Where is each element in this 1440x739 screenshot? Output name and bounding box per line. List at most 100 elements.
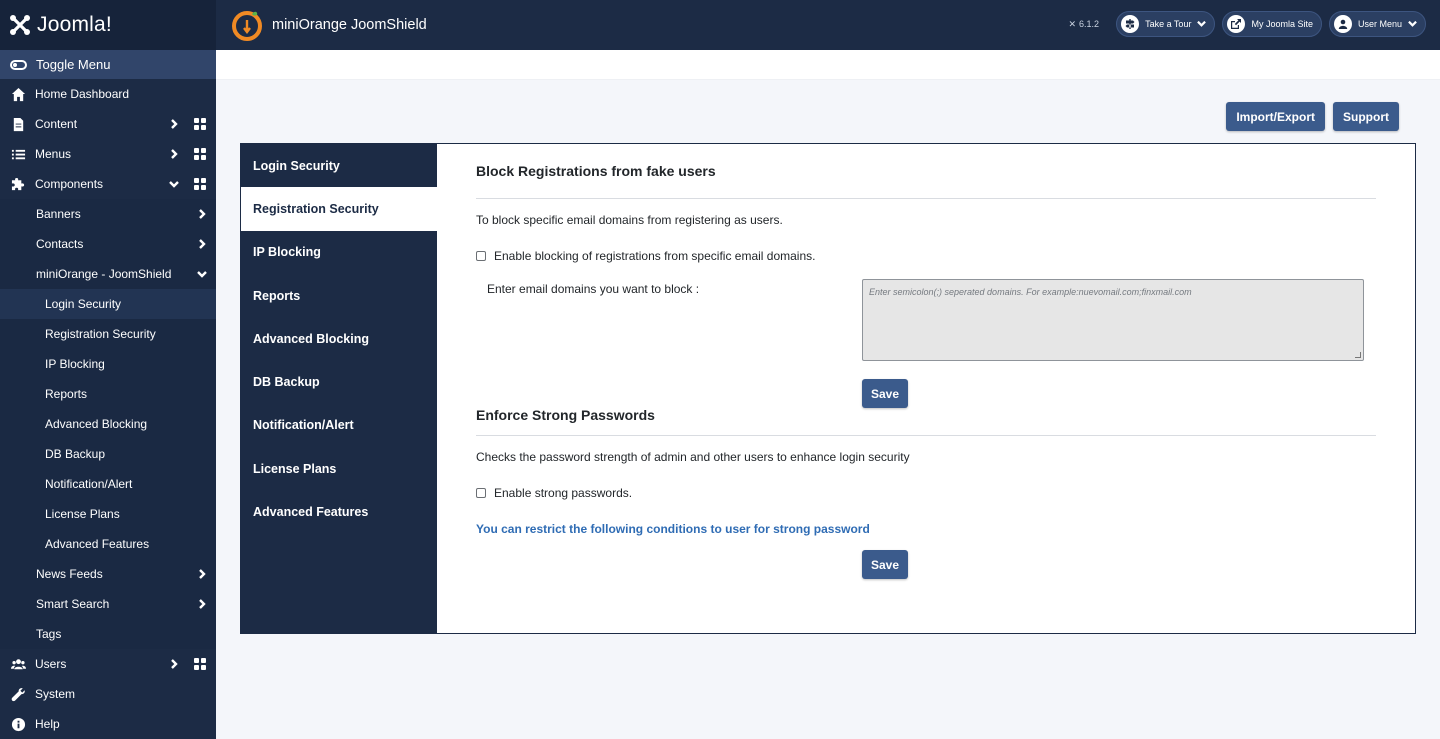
sidebar-item-label: DB Backup bbox=[45, 447, 106, 461]
user-menu-label: User Menu bbox=[1357, 19, 1402, 29]
tab-advanced-features[interactable]: Advanced Features bbox=[241, 490, 437, 533]
sidebar-item-reports[interactable]: Reports bbox=[0, 379, 216, 409]
sidebar-item-help[interactable]: Help bbox=[0, 709, 216, 739]
sidebar-item-ip-blocking[interactable]: IP Blocking bbox=[0, 349, 216, 379]
my-site-label: My Joomla Site bbox=[1251, 19, 1313, 29]
dashboard-grid-icon[interactable] bbox=[194, 148, 206, 160]
wrench-icon bbox=[10, 686, 26, 702]
password-save-row: Save bbox=[476, 536, 1376, 579]
version-text: 6.1.2 bbox=[1079, 19, 1100, 29]
sidebar-item-label: Login Security bbox=[45, 297, 122, 311]
chevron-right-icon[interactable] bbox=[168, 658, 180, 670]
top-header: miniOrange JoomShield ✕ 6.1.2 Take a Tou… bbox=[216, 0, 1440, 50]
file-icon bbox=[10, 116, 26, 132]
dashboard-grid-icon[interactable] bbox=[194, 658, 206, 670]
sidebar-item-registration-security[interactable]: Registration Security bbox=[0, 319, 216, 349]
user-menu-button[interactable]: User Menu bbox=[1328, 11, 1426, 37]
sidebar-item-news-feeds[interactable]: News Feeds bbox=[0, 559, 216, 589]
sidebar-item-label: News Feeds bbox=[36, 567, 103, 581]
sidebar-item-notification-alert[interactable]: Notification/Alert bbox=[0, 469, 216, 499]
subheader-bar bbox=[216, 50, 1440, 80]
sidebar-item-home-dashboard[interactable]: Home Dashboard bbox=[0, 79, 216, 109]
home-icon bbox=[10, 86, 26, 102]
sidebar-item-license-plans[interactable]: License Plans bbox=[0, 499, 216, 529]
take-tour-button[interactable]: Take a Tour bbox=[1116, 11, 1216, 37]
tab-db-backup[interactable]: DB Backup bbox=[241, 360, 437, 403]
header-actions: ✕ 6.1.2 Take a Tour My Joomla Site User … bbox=[1069, 11, 1426, 37]
sidebar-item-joomshield[interactable]: miniOrange - JoomShield bbox=[0, 259, 216, 289]
sidebar-item-label: Advanced Features bbox=[45, 537, 150, 551]
sidebar-item-users[interactable]: Users bbox=[0, 649, 216, 679]
sidebar-item-label: Notification/Alert bbox=[45, 477, 133, 491]
sidebar-item-smart-search[interactable]: Smart Search bbox=[0, 589, 216, 619]
sidebar-item-label: Banners bbox=[36, 207, 81, 221]
chevron-right-icon[interactable] bbox=[196, 598, 208, 610]
chevron-right-icon[interactable] bbox=[196, 208, 208, 220]
import-export-button[interactable]: Import/Export bbox=[1226, 102, 1325, 131]
sidebar-item-login-security[interactable]: Login Security bbox=[0, 289, 216, 319]
chevron-down-icon[interactable] bbox=[196, 268, 208, 280]
sidebar-item-label: miniOrange - JoomShield bbox=[36, 267, 172, 281]
main-content: Import/Export Support Login Security Reg… bbox=[216, 80, 1440, 739]
dashboard-grid-icon[interactable] bbox=[194, 178, 206, 190]
sidebar-item-tags[interactable]: Tags bbox=[0, 619, 216, 649]
brand-name: Joomla! bbox=[37, 13, 112, 36]
sidebar-item-components[interactable]: Components bbox=[0, 169, 216, 199]
toggle-menu[interactable]: Toggle Menu bbox=[0, 50, 216, 79]
take-tour-label: Take a Tour bbox=[1145, 19, 1192, 29]
resize-handle-icon[interactable] bbox=[1355, 352, 1361, 358]
strong-password-checkbox-row[interactable]: Enable strong passwords. bbox=[476, 486, 1376, 500]
sidebar-item-advanced-blocking[interactable]: Advanced Blocking bbox=[0, 409, 216, 439]
chevron-down-icon bbox=[1197, 19, 1207, 30]
sidebar-item-content[interactable]: Content bbox=[0, 109, 216, 139]
joomla-logo[interactable]: Joomla! bbox=[0, 0, 216, 50]
chevron-down-icon[interactable] bbox=[168, 178, 180, 190]
sidebar-item-label: Menus bbox=[35, 147, 72, 161]
save-password-button[interactable]: Save bbox=[862, 550, 909, 579]
tab-login-security[interactable]: Login Security bbox=[241, 144, 437, 187]
chevron-right-icon[interactable] bbox=[168, 148, 180, 160]
sidebar-item-contacts[interactable]: Contacts bbox=[0, 229, 216, 259]
sidebar-item-label: IP Blocking bbox=[45, 357, 105, 371]
chevron-right-icon[interactable] bbox=[168, 118, 180, 130]
dashboard-grid-icon[interactable] bbox=[194, 118, 206, 130]
tab-ip-blocking[interactable]: IP Blocking bbox=[241, 231, 437, 274]
toolbar: Import/Export Support bbox=[1226, 102, 1399, 131]
block-domains-checkbox-row[interactable]: Enable blocking of registrations from sp… bbox=[476, 249, 1376, 263]
sidebar-item-label: Components bbox=[35, 177, 104, 191]
chevron-right-icon[interactable] bbox=[196, 238, 208, 250]
joomla-small-icon: ✕ bbox=[1068, 18, 1077, 29]
block-section-title: Block Registrations from fake users bbox=[476, 144, 1376, 199]
info-icon bbox=[10, 716, 26, 732]
sidebar-item-label: Help bbox=[35, 717, 60, 731]
my-site-button[interactable]: My Joomla Site bbox=[1222, 11, 1322, 37]
tab-advanced-blocking[interactable]: Advanced Blocking bbox=[241, 317, 437, 360]
sidebar-item-label: Smart Search bbox=[36, 597, 110, 611]
support-button[interactable]: Support bbox=[1333, 102, 1399, 131]
sidebar-item-system[interactable]: System bbox=[0, 679, 216, 709]
registration-security-pane: Block Registrations from fake users To b… bbox=[437, 144, 1415, 633]
sidebar-item-menus[interactable]: Menus bbox=[0, 139, 216, 169]
block-domains-checkbox[interactable] bbox=[476, 251, 486, 261]
block-section-description: To block specific email domains from reg… bbox=[476, 213, 783, 227]
tab-license-plans[interactable]: License Plans bbox=[241, 447, 437, 490]
version-badge: ✕ 6.1.2 bbox=[1069, 19, 1100, 30]
sidebar-item-db-backup[interactable]: DB Backup bbox=[0, 439, 216, 469]
sidebar-item-label: License Plans bbox=[45, 507, 120, 521]
domain-textarea[interactable]: Enter semicolon(;) seperated domains. Fo… bbox=[862, 279, 1364, 361]
sidebar-item-advanced-features[interactable]: Advanced Features bbox=[0, 529, 216, 559]
strong-password-checkbox-label: Enable strong passwords. bbox=[494, 486, 633, 500]
miniorange-logo-icon bbox=[232, 11, 262, 41]
tab-notification-alert[interactable]: Notification/Alert bbox=[241, 404, 437, 447]
signpost-icon bbox=[1121, 15, 1140, 33]
chevron-right-icon[interactable] bbox=[196, 568, 208, 580]
list-icon bbox=[10, 146, 26, 162]
strong-password-checkbox[interactable] bbox=[476, 488, 486, 498]
tab-reports[interactable]: Reports bbox=[241, 274, 437, 317]
sidebar-item-label: Tags bbox=[36, 627, 62, 641]
puzzle-icon bbox=[10, 176, 26, 192]
sidebar-item-label: System bbox=[35, 687, 76, 701]
tab-registration-security[interactable]: Registration Security bbox=[241, 187, 437, 231]
save-domains-button[interactable]: Save bbox=[862, 379, 909, 408]
sidebar-item-banners[interactable]: Banners bbox=[0, 199, 216, 229]
